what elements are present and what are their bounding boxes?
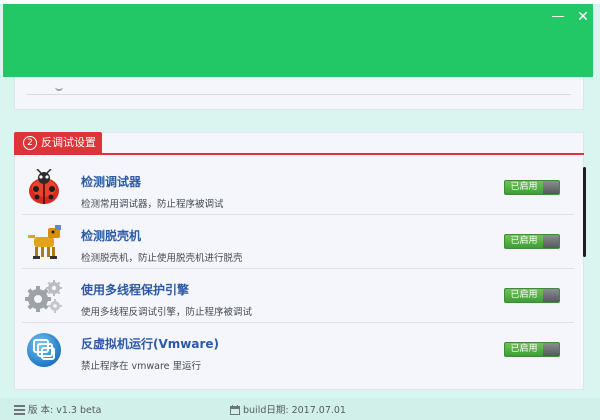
list-item-detect-unpacker: 检测脱壳机 检测脱壳机，防止使用脱壳机进行脱壳 已启用 [22,215,574,269]
item-description: 检测常用调试器，防止程序被调试 [81,199,224,210]
close-button[interactable]: ✕ [574,10,592,24]
partial-icon [55,83,63,91]
header-banner: — ✕ [3,4,593,77]
build-date-info: build日期: 2017.07.01 [230,402,346,416]
toggle-knob [543,343,559,356]
item-title: 检测调试器 [81,175,142,189]
vmware-icon [27,333,61,367]
minimize-button[interactable]: — [549,10,567,24]
version-text: 版 本: v1.3 beta [28,405,102,416]
calendar-icon [230,405,240,415]
toggle-knob [543,181,559,194]
toggle-detect-unpacker[interactable]: 已启用 [504,234,560,249]
scrollbar-thumb[interactable] [583,167,586,257]
list-item-multithread-engine: 使用多线程保护引擎 使用多线程反调试引擎，防止程序被调试 已启用 [22,269,574,323]
list-icon [14,405,25,415]
main-window: — ✕ 2 反调试设置 检测调试器 检测常用调试器，防止程序被调试 已启用 检测… [0,0,600,420]
item-description: 检测脱壳机，防止使用脱壳机进行脱壳 [81,253,243,264]
previous-section-card [14,77,584,110]
divider [27,94,571,95]
toggle-multithread-engine[interactable]: 已启用 [504,288,560,303]
toggle-label: 已启用 [505,343,543,356]
robot-dog-icon [28,225,61,259]
toggle-detect-debugger[interactable]: 已启用 [504,180,560,195]
toggle-knob [543,289,559,302]
section-title: 反调试设置 [41,136,96,149]
item-description: 使用多线程反调试引擎，防止程序被调试 [81,307,253,318]
section-tag: 2 反调试设置 [14,132,102,154]
gears-icon [25,280,62,313]
ladybug-icon [29,169,59,204]
status-bar: 版 本: v1.3 beta build日期: 2017.07.01 [0,398,600,420]
toggle-anti-vm[interactable]: 已启用 [504,342,560,357]
version-info: 版 本: v1.3 beta [14,402,101,416]
item-title: 检测脱壳机 [81,229,142,243]
item-title: 反虚拟机运行(Vmware) [81,337,220,351]
toggle-label: 已启用 [505,235,543,248]
item-title: 使用多线程保护引擎 [81,283,190,297]
section-number-badge: 2 [23,136,37,150]
list-item-detect-debugger: 检测调试器 检测常用调试器，防止程序被调试 已启用 [22,161,574,215]
toggle-label: 已启用 [505,181,543,194]
toggle-knob [543,235,559,248]
list-item-anti-vm: 反虚拟机运行(Vmware) 禁止程序在 vmware 里运行 已启用 [22,323,574,377]
toggle-label: 已启用 [505,289,543,302]
build-date-text: build日期: 2017.07.01 [243,405,346,416]
item-description: 禁止程序在 vmware 里运行 [81,361,202,372]
